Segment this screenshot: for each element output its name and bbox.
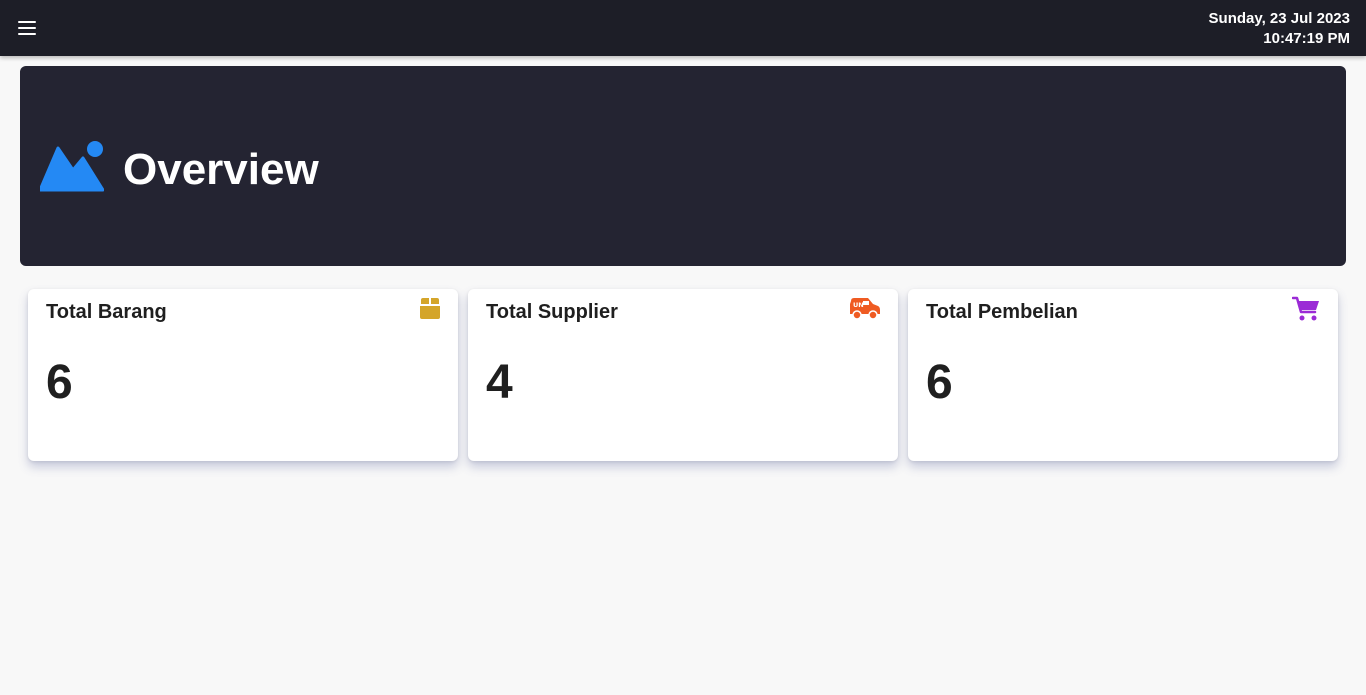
box-icon [420, 298, 440, 319]
card-value: 4 [486, 356, 513, 409]
shopping-cart-icon [1292, 296, 1319, 321]
svg-text:UN: UN [853, 301, 864, 309]
current-time: 10:47:19 PM [1263, 30, 1350, 47]
card-title: Total Pembelian [926, 301, 1078, 323]
card-total-barang: Total Barang 6 [28, 289, 458, 461]
overview-banner: Overview [20, 66, 1346, 266]
card-title: Total Supplier [486, 301, 618, 323]
current-date: Sunday, 23 Jul 2023 [1208, 10, 1350, 27]
delivery-truck-icon: UN [850, 298, 880, 320]
top-navbar: Sunday, 23 Jul 2023 10:47:19 PM [0, 0, 1366, 56]
page-title: Overview [123, 145, 319, 194]
card-total-pembelian: Total Pembelian 6 [908, 289, 1338, 461]
mountain-image-icon [40, 141, 104, 192]
datetime-display: Sunday, 23 Jul 2023 10:47:19 PM [1209, 9, 1350, 49]
card-title: Total Barang [46, 301, 167, 323]
card-value: 6 [46, 356, 73, 409]
card-total-supplier: Total Supplier UN 4 [468, 289, 898, 461]
card-value: 6 [926, 356, 953, 409]
hamburger-menu-icon[interactable] [16, 16, 40, 40]
